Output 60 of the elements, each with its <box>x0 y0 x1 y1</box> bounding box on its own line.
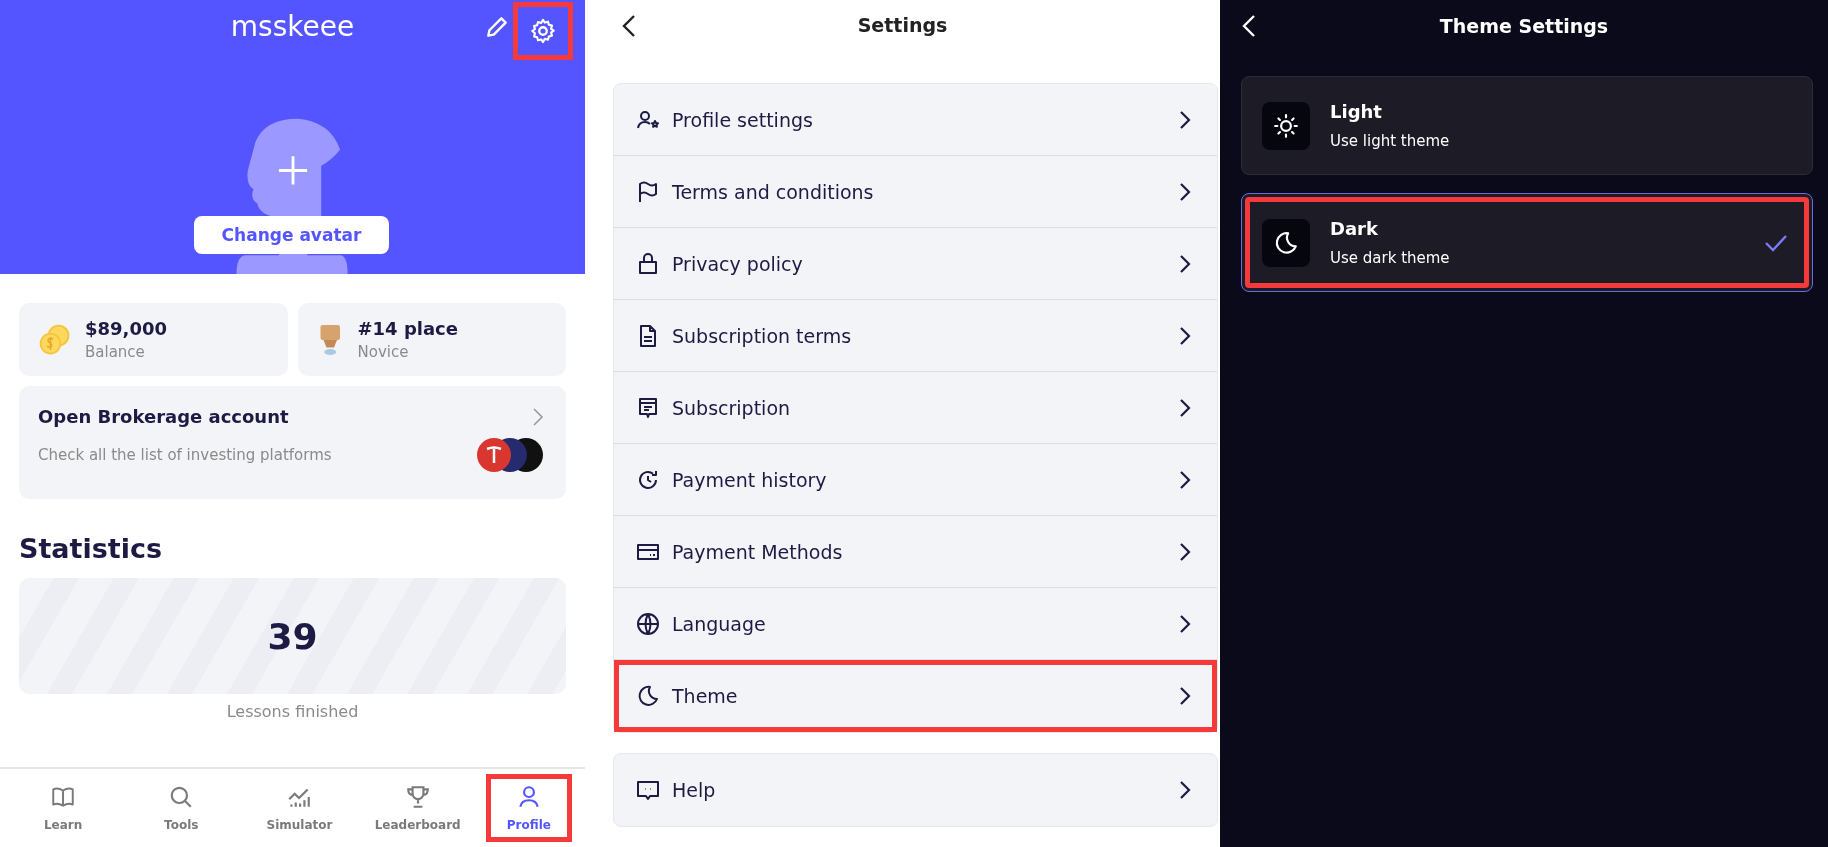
settings-row[interactable]: Language <box>614 588 1217 660</box>
stat-value: $89,000 <box>85 318 167 339</box>
page-title: Theme Settings <box>1439 15 1609 37</box>
moon-icon <box>636 684 660 708</box>
platform-logos-icon <box>476 437 544 473</box>
lock-icon <box>636 251 660 276</box>
settings-icon <box>529 17 557 45</box>
chevron-right-icon <box>1179 613 1191 634</box>
option-description: Use light theme <box>1330 132 1451 150</box>
nav-tab[interactable]: Leaderboard <box>367 778 468 838</box>
settings-row[interactable]: Privacy policy <box>614 228 1217 300</box>
sun-icon <box>1262 101 1310 150</box>
chevron-right-icon <box>1179 109 1191 130</box>
chevron-right-icon <box>1179 325 1191 346</box>
chevron-right-icon <box>1179 181 1191 202</box>
stat-label: Balance <box>85 343 146 361</box>
flag-icon <box>636 179 660 204</box>
username: msskeee <box>230 10 355 43</box>
chat-icon <box>636 778 660 802</box>
chevron-right-icon <box>1179 780 1191 800</box>
nav-tab[interactable]: Tools <box>131 778 232 838</box>
option-description: Use dark theme <box>1330 249 1451 267</box>
brokerage-subtitle: Check all the list of investing platforms <box>38 446 332 464</box>
option-title: Dark <box>1330 218 1379 239</box>
chevron-right-icon <box>1179 397 1191 418</box>
brokerage-title: Open Brokerage account <box>38 406 289 427</box>
settings-row[interactable]: Terms and conditions <box>614 156 1217 228</box>
settings-row[interactable]: Payment history <box>614 444 1217 516</box>
settings-row[interactable]: Subscription terms <box>614 300 1217 372</box>
stat-label: Novice <box>357 343 410 361</box>
back-icon[interactable] <box>622 14 636 38</box>
receipt-icon <box>636 395 660 420</box>
settings-row[interactable]: Payment Methods <box>614 516 1217 588</box>
settings-row[interactable]: Theme <box>614 660 1217 732</box>
chevron-right-icon <box>1179 469 1191 490</box>
change-avatar-button[interactable]: Change avatar <box>194 216 389 254</box>
chevron-right-icon <box>532 406 544 427</box>
trophy-icon <box>404 784 431 810</box>
chevron-right-icon <box>1179 253 1191 274</box>
nav-tab[interactable]: Profile <box>485 774 572 842</box>
settings-row[interactable]: Profile settings <box>614 84 1217 156</box>
option-title: Light <box>1330 101 1383 122</box>
settings-button[interactable] <box>513 2 573 60</box>
settings-row[interactable]: Help <box>614 754 1217 826</box>
page-title: Settings <box>857 13 948 36</box>
nav-tab[interactable]: Learn <box>13 778 114 838</box>
edit-icon[interactable] <box>484 14 510 40</box>
settings-row[interactable]: Subscription <box>614 372 1217 444</box>
lessons-count: 39 <box>267 615 318 657</box>
theme-option[interactable]: Dark Use dark theme <box>1241 193 1813 292</box>
globe-icon <box>636 611 660 636</box>
nav-tab[interactable]: Simulator <box>249 778 350 838</box>
chevron-right-icon <box>1179 686 1191 706</box>
stat-value: #14 place <box>357 318 458 339</box>
chevron-right-icon <box>1179 541 1191 562</box>
lessons-label: Lessons finished <box>226 702 359 721</box>
section-heading: Statistics <box>19 533 164 564</box>
theme-option[interactable]: Light Use light theme <box>1241 76 1813 175</box>
brokerage-card[interactable]: Open Brokerage account Check all the list of investing platforms <box>19 386 566 499</box>
moon-icon <box>1262 218 1310 267</box>
